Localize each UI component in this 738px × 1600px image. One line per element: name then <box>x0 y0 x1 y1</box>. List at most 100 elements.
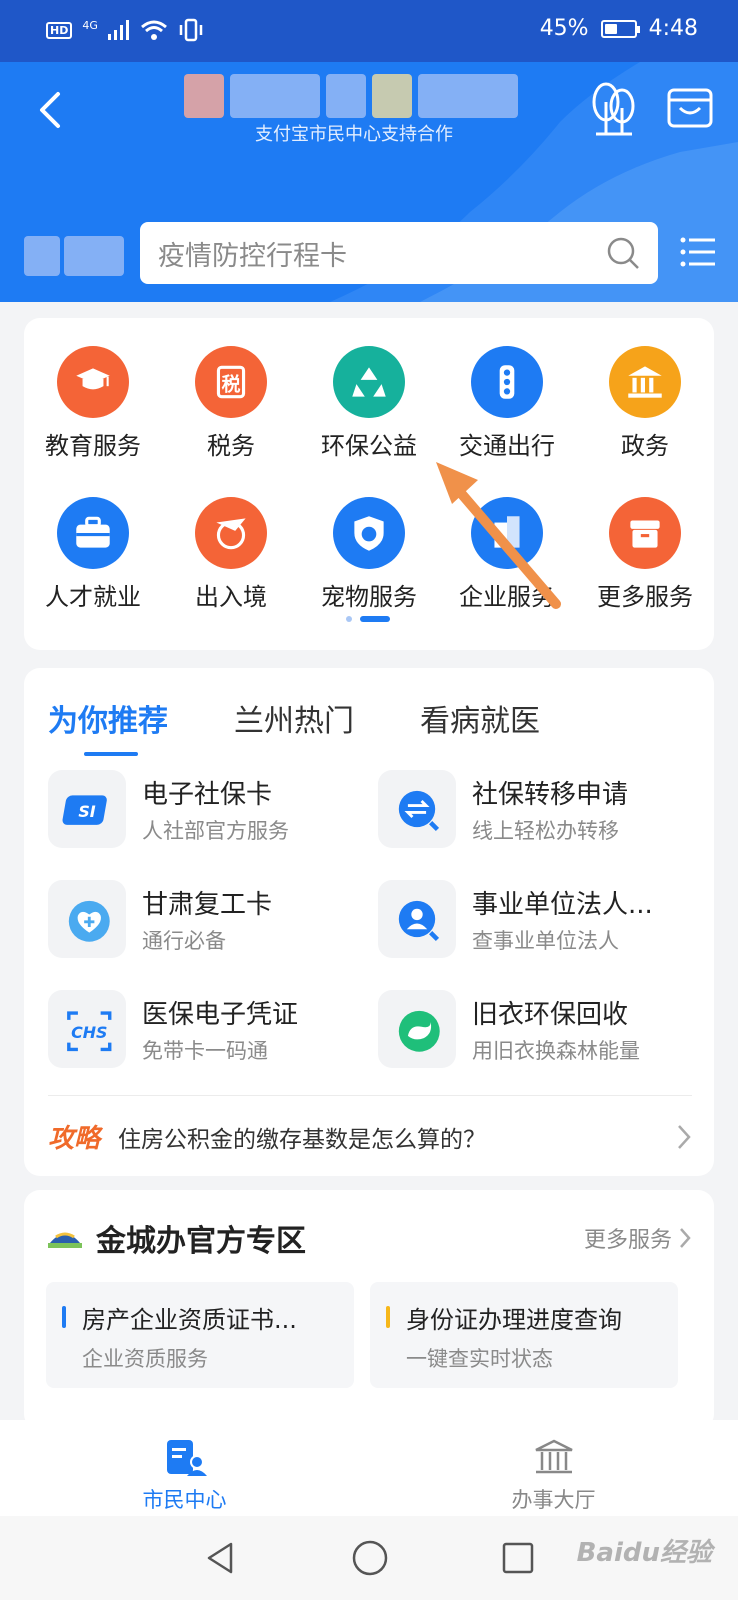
tax-icon: 税 <box>216 365 246 399</box>
service-label: 出入境 <box>195 583 267 611</box>
service-item[interactable]: 企业服务 <box>438 497 576 612</box>
citizen-doc-icon <box>166 1440 207 1476</box>
service-item[interactable]: 出入境 <box>162 497 300 612</box>
more-services-link[interactable]: 更多服务 <box>584 1222 692 1254</box>
transfer-search-icon <box>398 790 440 832</box>
search-icon[interactable] <box>606 236 640 270</box>
recommend-subtitle: 用旧衣换森林能量 <box>472 1038 640 1063</box>
wifi-icon <box>140 20 167 40</box>
recommend-item[interactable]: 社保转移申请 线上轻松办转移 <box>378 770 692 848</box>
city-selector-blurred[interactable] <box>24 236 124 276</box>
battery-icon <box>600 19 640 38</box>
box-icon <box>630 520 660 548</box>
chs-scan-icon: CHS <box>67 1011 112 1052</box>
service-item[interactable]: 政务 <box>576 346 714 461</box>
system-home-icon[interactable] <box>351 1539 389 1577</box>
chevron-right-icon <box>678 1124 691 1149</box>
recommend-subtitle: 通行必备 <box>142 928 226 953</box>
official-item-subtitle: 一键查实时状态 <box>406 1347 553 1371</box>
menu-list-icon[interactable] <box>680 234 716 270</box>
service-label: 交通出行 <box>459 432 555 460</box>
service-icon-circle <box>57 497 129 569</box>
service-item[interactable]: 人才就业 <box>24 497 162 612</box>
recommend-item[interactable]: 事业单位法人... 查事业单位法人 <box>378 880 692 958</box>
svg-text:税: 税 <box>222 372 241 395</box>
recommend-icon-box: SI <box>48 770 126 848</box>
recommend-title: 甘肃复工卡 <box>142 889 273 920</box>
service-item[interactable]: 宠物服务 <box>300 497 438 612</box>
network-label: 4G <box>82 18 98 32</box>
recommend-item[interactable]: 旧衣环保回收用旧衣换森林能量 <box>378 990 692 1068</box>
service-item[interactable]: 更多服务 <box>576 497 714 612</box>
recommend-icon-box <box>378 770 456 848</box>
service-item[interactable]: 环保公益 <box>300 346 438 461</box>
whale-icon <box>398 1010 440 1052</box>
recommend-title: 医保电子凭证 <box>142 999 299 1030</box>
service-label: 环保公益 <box>321 432 417 460</box>
service-label: 企业服务 <box>459 583 555 611</box>
recommend-grid: SI 电子社保卡 人社部官方服务 社保转移申请 线上轻松办转移 甘肃复工卡 通行必备 事业单位… <box>48 770 692 1068</box>
official-item-subtitle: 企业资质服务 <box>82 1347 208 1371</box>
office-building-icon <box>494 516 520 548</box>
briefcase-icon <box>76 516 110 548</box>
page-dot <box>346 616 352 622</box>
more-services-label: 更多服务 <box>583 1228 672 1253</box>
accent-bar <box>62 1306 66 1328</box>
service-icon-circle <box>333 346 405 418</box>
recommend-title: 社保转移申请 <box>472 779 629 810</box>
recommend-title: 旧衣环保回收 <box>472 999 629 1030</box>
nav-citizen-center[interactable]: 市民中心 <box>0 1420 369 1516</box>
status-right: 45% 4:48 <box>540 16 698 41</box>
official-item[interactable]: 房产企业资质证书... 企业资质服务 <box>46 1282 354 1388</box>
system-back-icon[interactable] <box>203 1540 239 1576</box>
service-item[interactable]: 交通出行 <box>438 346 576 461</box>
services-grid: 教育服务税税务 环保公益 交通出行 政务 人才就业 出入境 宠物服务 企业服务 更多服务 <box>24 346 714 612</box>
page-indicator <box>346 616 390 622</box>
tip-row[interactable]: 攻略 住房公积金的缴存基数是怎么算的？ <box>48 1095 692 1155</box>
recommend-item[interactable]: 甘肃复工卡 通行必备 <box>48 880 378 958</box>
svg-text:CHS: CHS <box>71 1023 107 1042</box>
social-security-card-icon: SI <box>62 795 107 825</box>
service-icon-circle: 税 <box>195 346 267 418</box>
tab-medical[interactable]: 看病就医 <box>420 696 540 740</box>
graduation-cap-icon <box>76 368 110 390</box>
header: 支付宝市民中心支持合作 疫情防控行程卡 <box>0 62 738 302</box>
tab-lanzhou-hot[interactable]: 兰州热门 <box>234 696 354 740</box>
official-item-title: 身份证办理进度查询 <box>406 1306 622 1334</box>
service-icon-circle <box>609 346 681 418</box>
page-dot-active <box>360 616 390 622</box>
service-label: 更多服务 <box>597 583 693 611</box>
service-icon-circle <box>471 346 543 418</box>
accent-bar <box>386 1306 390 1328</box>
jincheng-logo-icon <box>48 1232 82 1248</box>
recommend-icon-box: CHS <box>48 990 126 1068</box>
traffic-light-icon <box>499 365 515 399</box>
service-item[interactable]: 教育服务 <box>24 346 162 461</box>
status-left: HD 4G <box>46 18 204 42</box>
search-input[interactable]: 疫情防控行程卡 <box>140 222 658 284</box>
svg-text:SI: SI <box>78 802 95 821</box>
recommend-icon-box <box>378 880 456 958</box>
card-wallet-icon[interactable] <box>666 86 714 130</box>
battery-percent: 45% <box>539 16 589 41</box>
recommend-tabs: 为你推荐 兰州热门 看病就医 <box>48 696 540 756</box>
recommend-item[interactable]: CHS 医保电子凭证免带卡一码通 <box>48 990 378 1068</box>
nav-label: 办事大厅 <box>511 1488 596 1512</box>
recommend-subtitle: 免带卡一码通 <box>142 1038 268 1063</box>
service-label: 教育服务 <box>45 432 141 460</box>
recommend-subtitle: 查事业单位法人 <box>472 928 619 953</box>
hall-building-icon <box>534 1439 573 1474</box>
nav-service-hall[interactable]: 办事大厅 <box>369 1420 738 1516</box>
recommend-item[interactable]: SI 电子社保卡 人社部官方服务 <box>48 770 378 848</box>
tab-recommend[interactable]: 为你推荐 <box>48 696 168 756</box>
service-icon-circle <box>609 497 681 569</box>
official-zone-card: 金城办官方专区 更多服务 房产企业资质证书... 企业资质服务 身份证办理进度查询一… <box>24 1190 714 1430</box>
tree-icon[interactable] <box>588 80 638 136</box>
heart-plus-icon <box>68 900 110 942</box>
official-item[interactable]: 身份证办理进度查询一键查实时状态 <box>370 1282 678 1388</box>
system-recents-icon[interactable] <box>501 1541 535 1575</box>
service-item[interactable]: 税税务 <box>162 346 300 461</box>
service-label: 税务 <box>207 432 255 460</box>
government-building-icon <box>628 366 662 398</box>
services-card: 教育服务税税务 环保公益 交通出行 政务 人才就业 出入境 宠物服务 企业服务 更多服务 <box>24 318 714 650</box>
